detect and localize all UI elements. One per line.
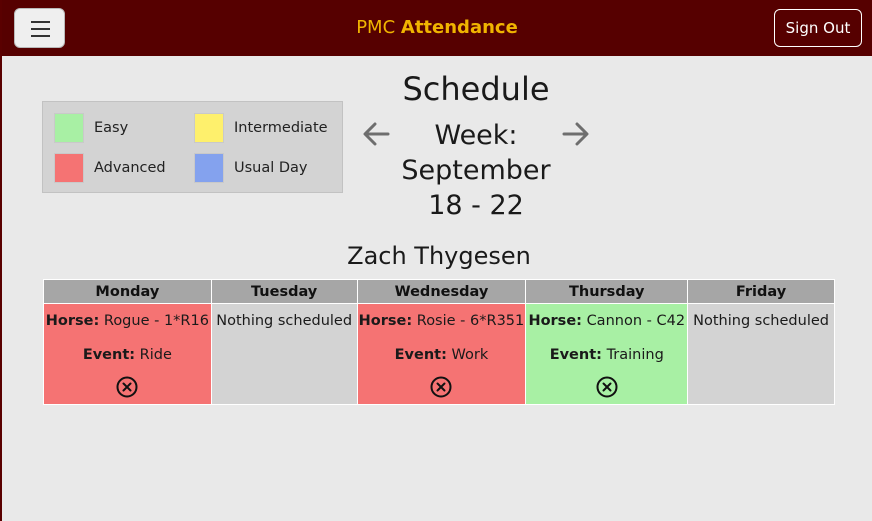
schedule-cell-thursday: Horse: Cannon - C42 Event: Training (525, 303, 689, 405)
sign-out-button[interactable]: Sign Out (774, 9, 862, 47)
schedule-cell-tuesday: Nothing scheduled (210, 303, 358, 405)
week-range: Week: September 18 - 22 (392, 118, 560, 223)
legend-swatch-intermediate (194, 113, 224, 143)
week-days: 18 - 22 (428, 190, 524, 221)
person-name: Zach Thygesen (347, 242, 531, 270)
next-week-arrow-icon[interactable] (560, 119, 592, 149)
cancel-icon[interactable] (526, 376, 687, 398)
horse-line: Horse: Cannon - C42 (526, 312, 687, 330)
event-label: Event: (549, 347, 602, 363)
event-value: Training (606, 347, 664, 363)
week-month: September (401, 155, 551, 186)
event-label: Event: (394, 347, 447, 363)
event-line: Event: Work (358, 346, 526, 364)
legend-swatch-easy (54, 113, 84, 143)
legend-label: Usual Day (234, 160, 308, 176)
legend-swatch-usual-day (194, 153, 224, 183)
legend-label: Intermediate (234, 120, 328, 136)
horse-label: Horse: (528, 313, 582, 329)
legend-label: Advanced (94, 160, 166, 176)
legend-item-intermediate: Intermediate (194, 113, 328, 143)
horse-value: Rogue - 1*R16 (103, 313, 209, 329)
event-value: Ride (139, 347, 172, 363)
schedule-cell-monday: Horse: Rogue - 1*R16 Event: Ride (43, 303, 212, 405)
table-header-row: Monday Tuesday Wednesday Thursday Friday (43, 279, 835, 304)
horse-label: Horse: (358, 313, 413, 329)
horse-label: Horse: (45, 313, 100, 329)
legend-swatch-advanced (54, 153, 84, 183)
horse-value: Rosie - 6*R351 (416, 313, 525, 329)
legend-label: Easy (94, 120, 129, 136)
table-row: Horse: Rogue - 1*R16 Event: Ride Nothing… (43, 303, 835, 405)
difficulty-legend: Easy Intermediate Advanced Usual Day (42, 101, 343, 193)
legend-item-usual-day: Usual Day (194, 153, 308, 183)
weekly-schedule-table: Monday Tuesday Wednesday Thursday Friday… (43, 279, 835, 405)
brand-prefix: PMC (356, 17, 396, 38)
nothing-scheduled-text: Nothing scheduled (216, 313, 353, 329)
cancel-icon[interactable] (44, 376, 211, 398)
cancel-icon[interactable] (358, 376, 526, 398)
event-label: Event: (82, 347, 136, 363)
top-navbar: PMC Attendance Sign Out (2, 0, 872, 56)
schedule-cell-wednesday: Horse: Rosie - 6*R351 Event: Work (356, 303, 527, 405)
page-title: Schedule (402, 70, 550, 108)
brand-strong: Attendance (400, 17, 518, 38)
app-title: PMC Attendance (2, 17, 872, 39)
event-line: Event: Ride (44, 346, 211, 364)
horse-line: Horse: Rosie - 6*R351 (358, 312, 526, 330)
column-header-friday: Friday (687, 279, 835, 304)
column-header-tuesday: Tuesday (210, 279, 358, 304)
event-value: Work (451, 347, 489, 363)
column-header-monday: Monday (43, 279, 212, 304)
horse-line: Horse: Rogue - 1*R16 (44, 312, 211, 330)
column-header-wednesday: Wednesday (356, 279, 527, 304)
nothing-scheduled-text: Nothing scheduled (693, 313, 829, 329)
schedule-cell-friday: Nothing scheduled (687, 303, 835, 405)
legend-item-easy: Easy (54, 113, 128, 143)
legend-item-advanced: Advanced (54, 153, 166, 183)
horse-value: Cannon - C42 (586, 313, 686, 329)
event-line: Event: Training (526, 346, 687, 364)
week-label: Week: (434, 120, 518, 151)
column-header-thursday: Thursday (525, 279, 689, 304)
previous-week-arrow-icon[interactable] (360, 119, 392, 149)
